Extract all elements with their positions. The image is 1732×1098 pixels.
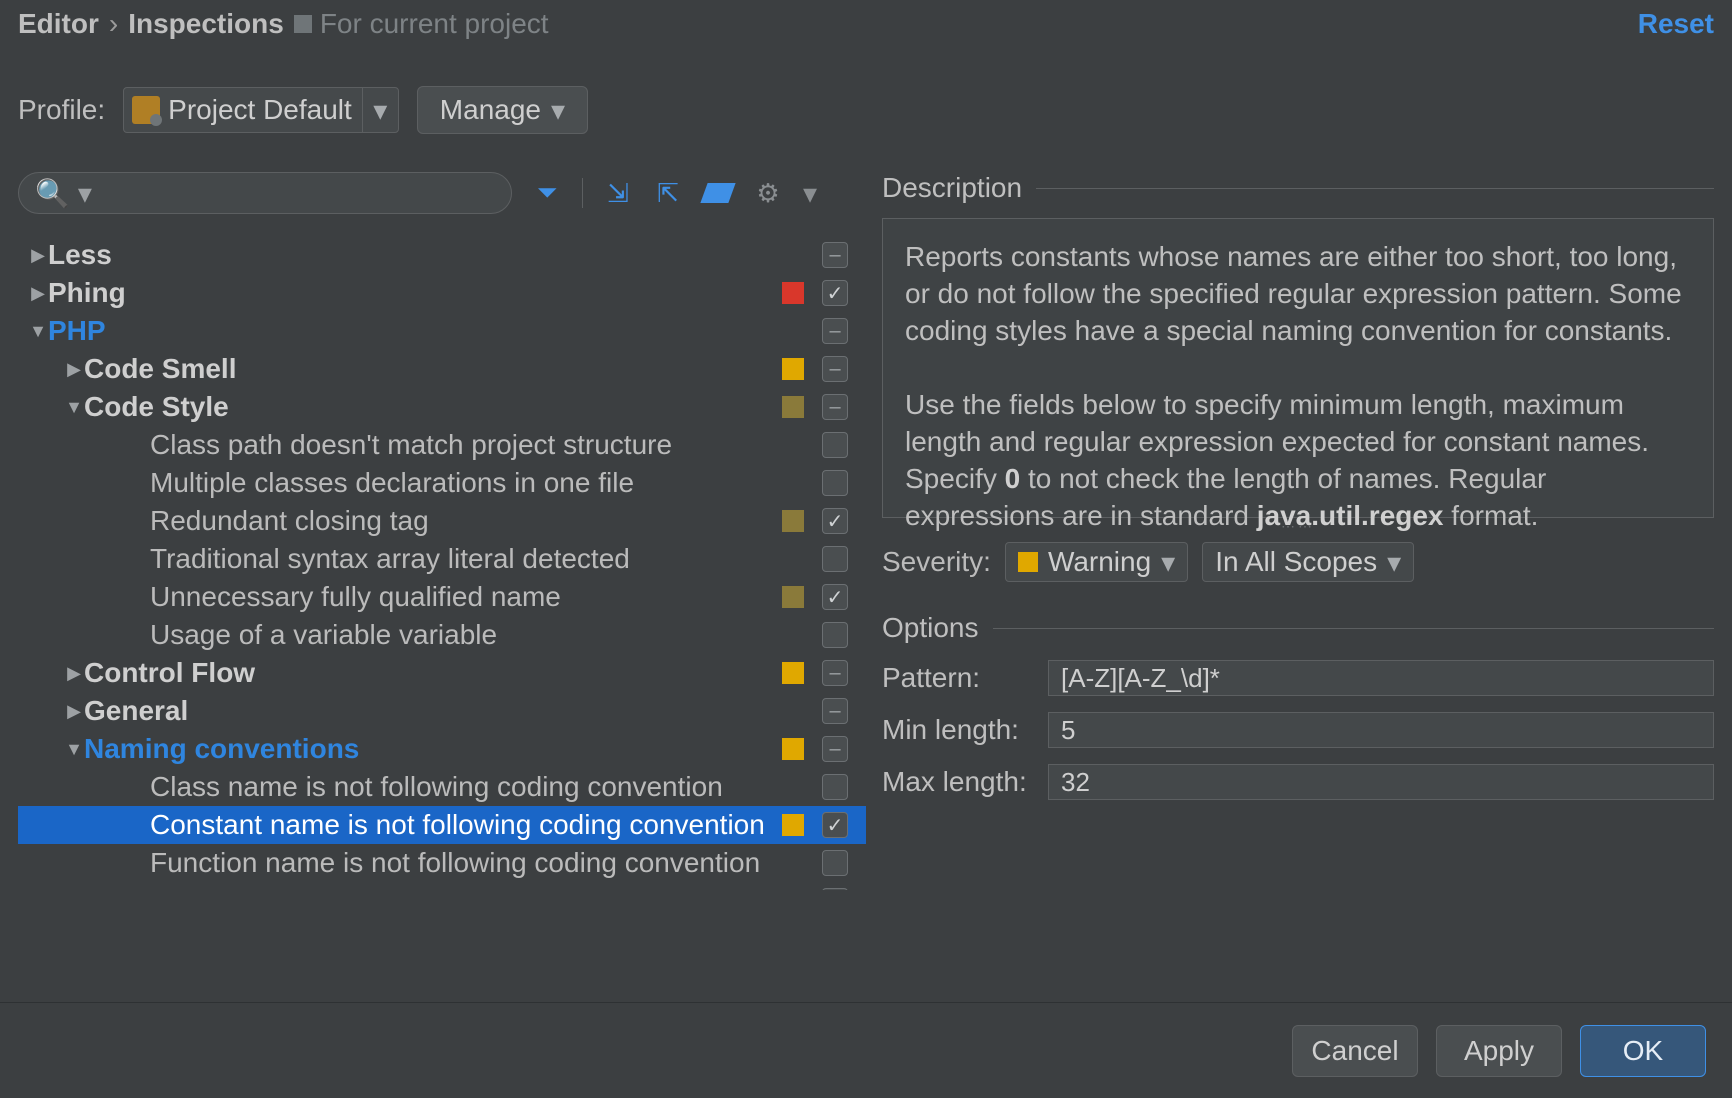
severity-indicator xyxy=(782,510,804,532)
checkbox[interactable] xyxy=(822,888,848,890)
severity-value: Warning xyxy=(1048,546,1151,578)
checkbox[interactable] xyxy=(822,394,848,420)
tree-item-function-name[interactable]: Function name is not following coding co… xyxy=(18,844,866,882)
tree-item-constant-name[interactable]: Constant name is not following coding co… xyxy=(18,806,866,844)
breadcrumb: Editor › Inspections For current project xyxy=(18,8,549,40)
manage-button[interactable]: Manage ▾ xyxy=(417,86,588,134)
pattern-input[interactable] xyxy=(1048,660,1714,696)
tree-item-code-style[interactable]: ▼Code Style xyxy=(18,388,866,426)
checkbox[interactable] xyxy=(822,356,848,382)
scope-label: For current project xyxy=(320,8,549,40)
chevron-down-icon: ▾ xyxy=(1387,546,1401,579)
tree-item-method-name[interactable]: Method name is not following coding conv… xyxy=(18,882,866,890)
tree-item-multi-class[interactable]: Multiple classes declarations in one fil… xyxy=(18,464,866,502)
manage-label: Manage xyxy=(440,94,541,126)
severity-indicator xyxy=(782,662,804,684)
tree-item-class-path[interactable]: Class path doesn't match project structu… xyxy=(18,426,866,464)
max-length-input[interactable] xyxy=(1048,764,1714,800)
chevron-down-icon[interactable]: ▾ xyxy=(362,88,398,132)
checkbox[interactable] xyxy=(822,546,848,572)
apply-button[interactable]: Apply xyxy=(1436,1025,1562,1077)
checkbox[interactable] xyxy=(822,850,848,876)
tree-item-var-var[interactable]: Usage of a variable variable xyxy=(18,616,866,654)
checkbox[interactable] xyxy=(822,736,848,762)
scope-value: In All Scopes xyxy=(1215,546,1377,578)
severity-indicator xyxy=(782,738,804,760)
tree-item-redundant-tag[interactable]: Redundant closing tag xyxy=(18,502,866,540)
severity-combo[interactable]: Warning ▾ xyxy=(1005,542,1188,582)
breadcrumb-inspections: Inspections xyxy=(128,8,284,40)
checkbox[interactable] xyxy=(822,280,848,306)
search-icon: 🔍 xyxy=(35,177,70,210)
severity-indicator xyxy=(782,586,804,608)
checkbox[interactable] xyxy=(822,812,848,838)
breadcrumb-editor[interactable]: Editor xyxy=(18,8,99,40)
max-length-label: Max length: xyxy=(882,766,1048,798)
breadcrumb-separator: › xyxy=(109,8,118,40)
description-label: Description xyxy=(882,172,1022,204)
severity-indicator xyxy=(782,814,804,836)
search-input[interactable]: 🔍 ▾ xyxy=(18,172,512,214)
tree-item-phing[interactable]: ▶Phing xyxy=(18,274,866,312)
checkbox[interactable] xyxy=(822,318,848,344)
tree-item-php[interactable]: ▼PHP xyxy=(18,312,866,350)
chevron-down-icon: ▾ xyxy=(551,94,565,127)
severity-indicator xyxy=(782,396,804,418)
tree-item-class-name[interactable]: Class name is not following coding conve… xyxy=(18,768,866,806)
filter-icon[interactable]: ⏷ xyxy=(532,178,562,208)
scope-combo[interactable]: In All Scopes ▾ xyxy=(1202,542,1414,582)
profile-combo[interactable]: Project Default ▾ xyxy=(123,87,399,133)
checkbox[interactable] xyxy=(822,584,848,610)
severity-indicator xyxy=(782,358,804,380)
options-label: Options xyxy=(882,612,979,644)
profile-icon xyxy=(132,96,160,124)
min-length-input[interactable] xyxy=(1048,712,1714,748)
checkbox[interactable] xyxy=(822,660,848,686)
inspection-tree: ▶Less ▶Phing ▼PHP ▶Code Smell ▼Code Styl… xyxy=(18,236,866,890)
collapse-all-icon[interactable]: ⇱ xyxy=(653,178,683,208)
reset-link[interactable]: Reset xyxy=(1638,8,1714,40)
ok-button[interactable]: OK xyxy=(1580,1025,1706,1077)
tree-item-naming[interactable]: ▼Naming conventions xyxy=(18,730,866,768)
severity-indicator xyxy=(782,282,804,304)
checkbox[interactable] xyxy=(822,508,848,534)
checkbox[interactable] xyxy=(822,470,848,496)
separator xyxy=(582,178,583,208)
search-caret: ▾ xyxy=(78,177,92,210)
chevron-down-icon[interactable]: ▾ xyxy=(803,177,817,210)
tree-item-less[interactable]: ▶Less xyxy=(18,236,866,274)
tree-item-general[interactable]: ▶General xyxy=(18,692,866,730)
chevron-down-icon: ▾ xyxy=(1161,546,1175,579)
resize-grip[interactable]: ⋯⋯ xyxy=(882,518,1714,530)
pattern-label: Pattern: xyxy=(882,662,1048,694)
tree-item-traditional-array[interactable]: Traditional syntax array literal detecte… xyxy=(18,540,866,578)
min-length-label: Min length: xyxy=(882,714,1048,746)
profile-value: Project Default xyxy=(168,94,362,126)
tree-item-unnecessary-fqn[interactable]: Unnecessary fully qualified name xyxy=(18,578,866,616)
reset-icon[interactable] xyxy=(703,178,733,208)
severity-label: Severity: xyxy=(882,546,991,578)
checkbox[interactable] xyxy=(822,774,848,800)
expand-all-icon[interactable]: ⇲ xyxy=(603,178,633,208)
tree-item-code-smell[interactable]: ▶Code Smell xyxy=(18,350,866,388)
tree-item-control-flow[interactable]: ▶Control Flow xyxy=(18,654,866,692)
description-text: Reports constants whose names are either… xyxy=(882,218,1714,518)
project-scope-icon xyxy=(294,15,312,33)
cancel-button[interactable]: Cancel xyxy=(1292,1025,1418,1077)
profile-label: Profile: xyxy=(18,94,105,126)
checkbox[interactable] xyxy=(822,242,848,268)
checkbox[interactable] xyxy=(822,432,848,458)
checkbox[interactable] xyxy=(822,698,848,724)
checkbox[interactable] xyxy=(822,622,848,648)
warning-swatch-icon xyxy=(1018,552,1038,572)
gear-icon[interactable]: ⚙ xyxy=(753,178,783,208)
